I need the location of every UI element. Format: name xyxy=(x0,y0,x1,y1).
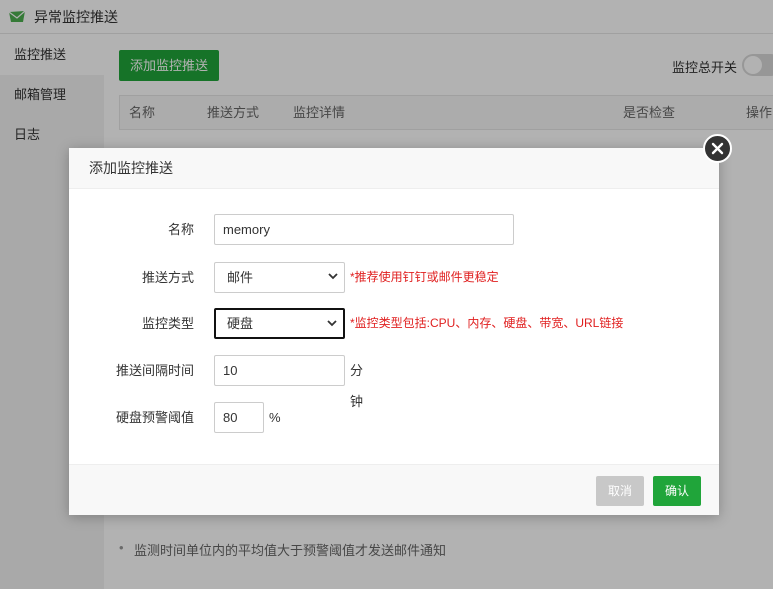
cancel-button[interactable]: 取消 xyxy=(596,476,645,506)
interval-unit: 分钟 xyxy=(350,363,364,409)
chevron-down-icon xyxy=(328,273,338,280)
interval-input[interactable] xyxy=(214,355,345,386)
threshold-input[interactable] xyxy=(214,402,264,433)
push-method-value: 邮件 xyxy=(227,270,254,285)
push-method-select[interactable]: 邮件 xyxy=(214,262,345,293)
close-icon xyxy=(711,142,724,155)
close-dialog-button[interactable] xyxy=(703,134,732,163)
monitor-type-select[interactable]: 硬盘 xyxy=(214,308,345,339)
name-input[interactable] xyxy=(214,214,514,245)
chevron-down-icon xyxy=(327,320,337,327)
push-method-label: 推送方式 xyxy=(141,270,194,285)
confirm-button[interactable]: 确认 xyxy=(653,476,702,506)
add-monitor-push-dialog: 添加监控推送 名称 推送方式 邮件 *推荐使用钉钉或邮件更稳定 监控类型 硬盘 … xyxy=(69,148,719,515)
name-label: 名称 xyxy=(167,222,194,237)
monitor-type-value: 硬盘 xyxy=(227,316,254,331)
threshold-unit: % xyxy=(269,410,281,425)
interval-label: 推送间隔时间 xyxy=(115,363,194,378)
dialog-footer: 取消 确认 xyxy=(69,464,719,515)
monitor-type-note: *监控类型包括:CPU、内存、硬盘、带宽、URL链接 xyxy=(350,316,624,330)
threshold-label: 硬盘预警阈值 xyxy=(115,410,194,425)
push-method-note: *推荐使用钉钉或邮件更稳定 xyxy=(350,270,499,284)
dialog-title: 添加监控推送 xyxy=(69,148,719,189)
monitor-type-label: 监控类型 xyxy=(141,316,194,331)
